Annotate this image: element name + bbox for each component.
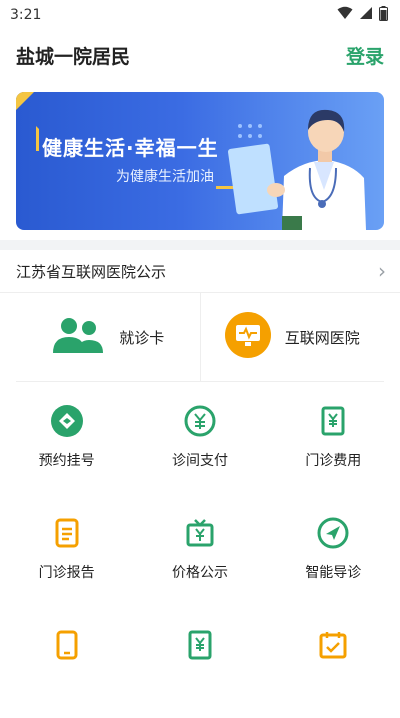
grid-item-price-notice[interactable]: 价格公示	[133, 494, 266, 606]
notice-text: 江苏省互联网医院公示	[16, 262, 167, 281]
grid-item-outpatient-report[interactable]: 门诊报告	[0, 494, 133, 606]
banner-title: 健康生活·幸福一生	[42, 136, 219, 160]
appointment-icon	[50, 404, 84, 438]
grid-item-appointment[interactable]: 预约挂号	[0, 382, 133, 494]
card-label: 互联网医院	[284, 328, 360, 347]
receipt-icon	[316, 404, 350, 438]
banner[interactable]: 健康生活·幸福一生 为健康生活加油	[16, 92, 384, 230]
battery-icon	[379, 5, 388, 25]
status-time: 3:21	[10, 7, 42, 23]
grid-item-outpatient-fee[interactable]: 门诊费用	[267, 382, 400, 494]
section-divider	[0, 240, 400, 250]
banner-corner-decoration	[16, 92, 34, 110]
group-icon	[51, 315, 105, 359]
app-title: 盐城一院居民	[16, 45, 131, 68]
grid-item-label: 门诊报告	[38, 565, 95, 581]
card-visit-card[interactable]: 就诊卡	[16, 293, 200, 381]
grid-item-tablet[interactable]	[0, 606, 133, 718]
navigation-icon	[316, 516, 350, 550]
notice-row[interactable]: 江苏省互联网医院公示 ›	[0, 250, 400, 293]
feature-grid: 预约挂号 诊间支付 门诊费用 门诊报告 价格公示 智能导诊	[0, 382, 400, 718]
grid-item-smart-guide[interactable]: 智能导诊	[267, 494, 400, 606]
price-tv-icon	[183, 516, 217, 550]
banner-subtitle: 为健康生活加油	[116, 169, 214, 185]
grid-item-bill[interactable]	[133, 606, 266, 718]
signal-icon	[359, 6, 373, 24]
grid-item-calendar[interactable]	[267, 606, 400, 718]
calendar-icon	[316, 628, 350, 662]
card-label: 就诊卡	[119, 328, 165, 347]
doctor-illustration-icon	[227, 109, 366, 230]
grid-item-label: 价格公示	[171, 565, 228, 581]
card-internet-hospital[interactable]: 互联网医院	[199, 293, 385, 381]
app-header: 盐城一院居民 登录	[0, 30, 400, 80]
chevron-right-icon: ›	[378, 259, 386, 283]
report-icon	[50, 516, 84, 550]
wifi-icon	[337, 6, 353, 24]
grid-item-payment[interactable]: 诊间支付	[133, 382, 266, 494]
primary-cards: 就诊卡 互联网医院	[16, 293, 384, 382]
status-bar: 3:21	[0, 0, 400, 30]
banner-container: 健康生活·幸福一生 为健康生活加油	[0, 80, 400, 240]
yuan-payment-icon	[183, 404, 217, 438]
tablet-icon	[50, 628, 84, 662]
grid-item-label: 预约挂号	[38, 453, 95, 469]
grid-item-label: 智能导诊	[305, 565, 362, 581]
bill-icon	[183, 628, 217, 662]
grid-item-label: 诊间支付	[171, 453, 228, 469]
grid-item-label: 门诊费用	[305, 453, 362, 469]
login-button[interactable]: 登录	[346, 42, 384, 69]
status-icons	[337, 5, 388, 25]
monitor-icon	[224, 312, 271, 362]
